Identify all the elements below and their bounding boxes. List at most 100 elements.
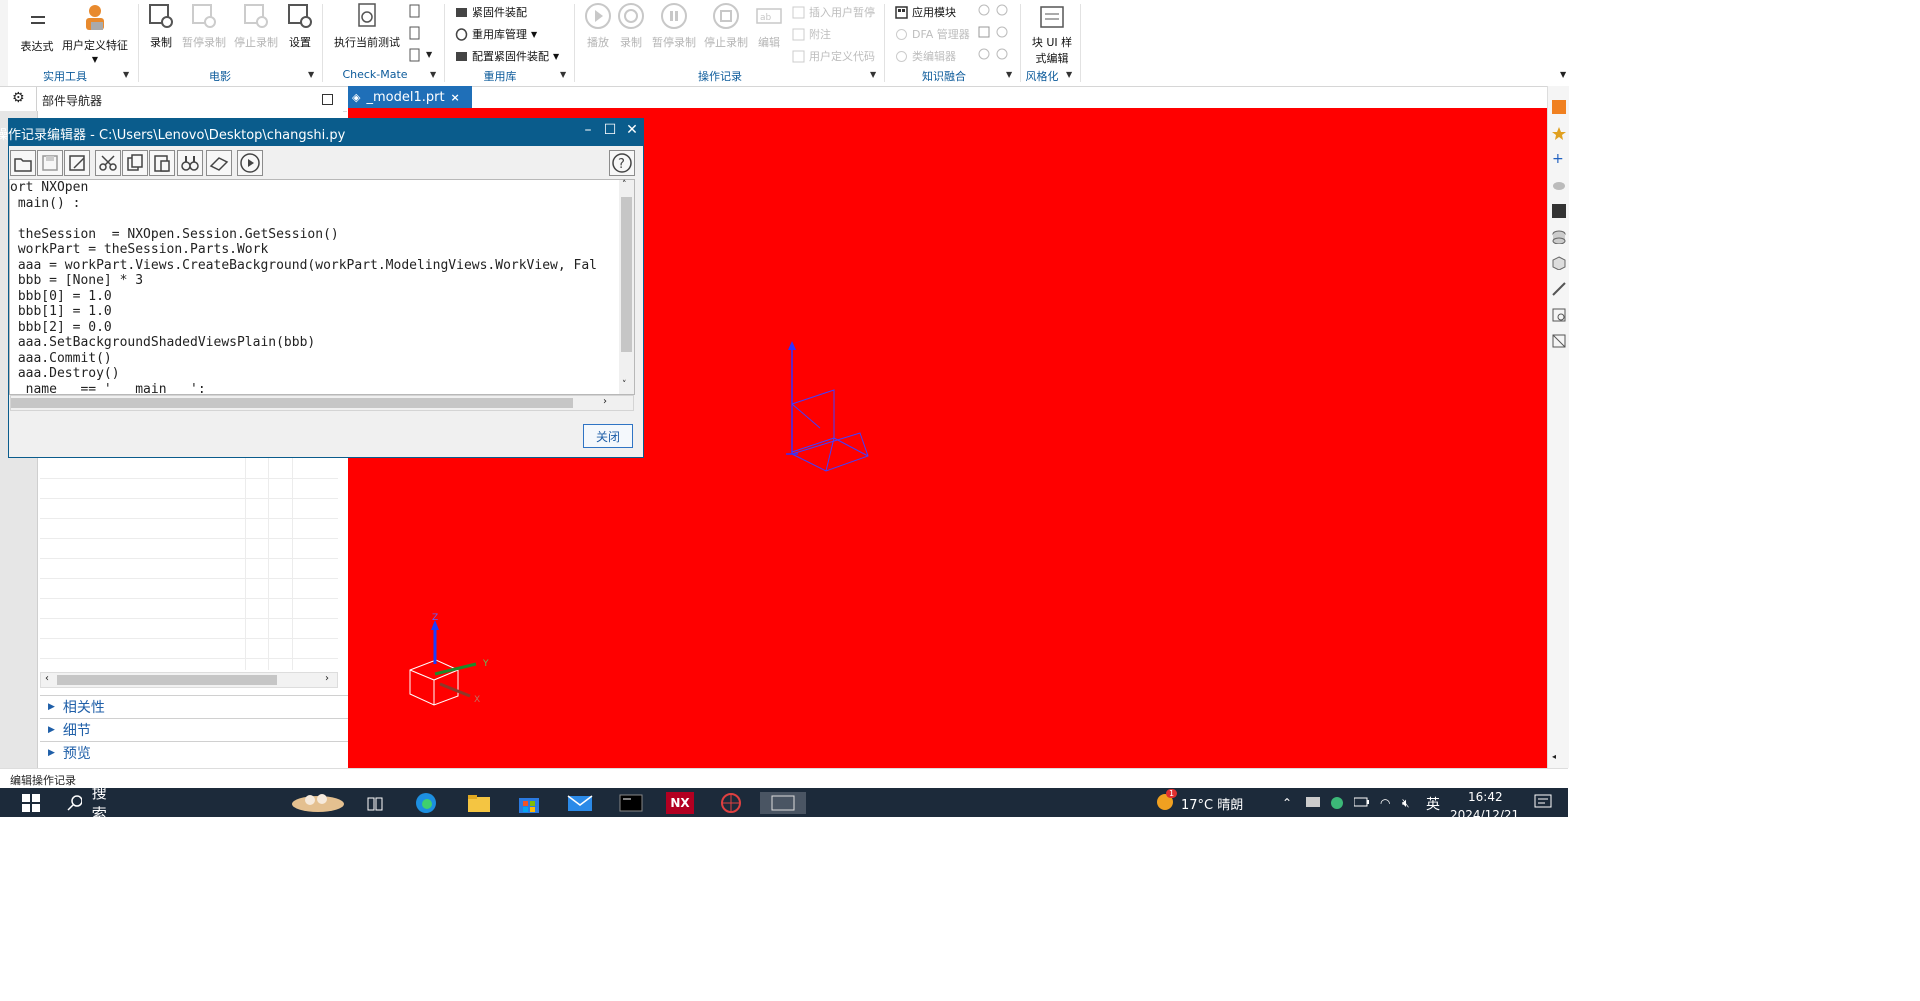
weather-widget[interactable]: 1 17°C 晴朗 <box>1155 789 1243 814</box>
code-line[interactable]: aaa.Commit() <box>10 351 597 367</box>
table-row[interactable] <box>40 498 338 519</box>
movie-stop-button[interactable]: 停止录制 <box>232 2 280 50</box>
class-editor-item[interactable]: 类编辑器 <box>895 48 956 64</box>
table-row[interactable] <box>40 598 338 619</box>
fastener-assembly-item[interactable]: 紧固件装配 <box>455 4 527 20</box>
dialog-titlebar[interactable]: 操作记录编辑器 - C:\Users\Lenovo\Desktop\changs… <box>0 119 643 146</box>
close-icon[interactable]: ✕ <box>623 122 641 138</box>
user-defined-feature-button[interactable]: 用户定义特征 ▼ <box>59 2 131 64</box>
scroll-thumb[interactable] <box>57 675 277 685</box>
movie-settings-button[interactable]: 设置 <box>285 2 315 50</box>
section-preview[interactable]: ▶ 预览 <box>40 741 348 764</box>
collapse-icon[interactable]: ◂ <box>1552 752 1566 766</box>
tray-app-icon-2[interactable] <box>1330 796 1344 813</box>
copy-button[interactable] <box>122 150 148 176</box>
journal-edit-button[interactable]: ab 编辑 <box>754 2 784 50</box>
network-app-button[interactable] <box>719 792 743 814</box>
user-defined-code-item[interactable]: 用户定义代码 <box>792 48 875 64</box>
table-row[interactable] <box>40 478 338 499</box>
code-line[interactable]: aaa.SetBackgroundShadedViewsPlain(bbb) <box>10 335 597 351</box>
table-row[interactable] <box>40 638 338 659</box>
nx-app-button[interactable]: NX <box>666 792 694 814</box>
kf-small-icon-3[interactable] <box>978 47 1010 64</box>
kf-small-icon-2[interactable] <box>978 25 1010 42</box>
editor-vscroll-thumb[interactable] <box>621 197 632 352</box>
table-row[interactable] <box>40 618 338 639</box>
notification-icon[interactable] <box>1534 794 1552 813</box>
movie-record-button[interactable]: 录制 <box>146 2 176 50</box>
cylinder-icon[interactable] <box>1552 230 1566 245</box>
insert-user-pause-item[interactable]: 插入用户暂停 <box>792 4 875 20</box>
code-line[interactable]: main() : <box>10 196 597 212</box>
orange-square-icon[interactable] <box>1552 100 1566 114</box>
terminal-button[interactable] <box>619 792 643 814</box>
group-expand-icon[interactable]: ▼ <box>560 70 566 79</box>
star-tool-icon[interactable] <box>1552 126 1566 140</box>
task-view-button[interactable] <box>366 792 384 814</box>
journal-stop-button[interactable]: 停止录制 <box>702 2 750 50</box>
taskbar-search[interactable]: 搜索 <box>66 784 346 823</box>
gear-icon[interactable]: ⚙ <box>12 90 25 106</box>
code-line[interactable] <box>10 211 597 227</box>
group-expand-icon[interactable]: ▼ <box>1066 70 1072 79</box>
journal-pause-button[interactable]: 暂停录制 <box>650 2 698 50</box>
scroll-down-icon[interactable]: ˅ <box>622 380 627 390</box>
shape-tool-icon[interactable] <box>1552 178 1566 192</box>
code-line[interactable]: bbb = [None] * 3 <box>10 273 597 289</box>
code-line[interactable]: workPart = theSession.Parts.Work <box>10 242 597 258</box>
scroll-right-icon[interactable]: › <box>603 396 607 407</box>
speaker-muted-icon[interactable]: 🔇︎ <box>1402 796 1410 811</box>
settings-view-icon[interactable] <box>1552 308 1566 322</box>
minimize-icon[interactable]: – <box>579 122 597 138</box>
application-module-item[interactable]: 应用模块 <box>895 4 956 20</box>
open-file-button[interactable] <box>10 150 36 176</box>
configure-fastener-assembly-item[interactable]: 配置紧固件装配 ▼ <box>455 48 559 64</box>
scroll-right-icon[interactable]: › <box>325 673 329 684</box>
battery-icon[interactable] <box>1353 796 1370 811</box>
group-expand-icon[interactable]: ▼ <box>430 70 436 79</box>
journal-play-button[interactable]: 播放 <box>583 2 613 50</box>
reuse-library-manager-item[interactable]: 重用库管理 ▼ <box>455 26 537 42</box>
close-button[interactable]: 关闭 <box>583 424 633 448</box>
mail-button[interactable] <box>567 792 593 814</box>
run-current-test-button[interactable]: 执行当前测试 <box>330 2 404 50</box>
table-row[interactable] <box>40 578 338 599</box>
save-file-button[interactable] <box>37 150 63 176</box>
cube-icon[interactable] <box>1552 256 1566 271</box>
code-line[interactable]: ort NXOpen <box>10 180 597 196</box>
group-expand-icon[interactable]: ▼ <box>1006 70 1012 79</box>
chevron-up-icon[interactable]: ⌃ <box>1282 796 1292 810</box>
display-icon[interactable] <box>1552 204 1566 218</box>
section-details[interactable]: ▶ 细节 <box>40 718 348 741</box>
navigator-hscrollbar[interactable]: ‹ › <box>40 672 338 688</box>
help-button[interactable]: ? <box>609 150 635 176</box>
maximize-icon[interactable] <box>322 94 333 105</box>
code-line[interactable]: theSession = NXOpen.Session.GetSession() <box>10 227 597 243</box>
file-explorer-button[interactable] <box>467 792 491 814</box>
ribbon-options-icon[interactable]: ▼ <box>1560 70 1566 79</box>
code-line[interactable]: aaa.Destroy() <box>10 366 597 382</box>
wifi-icon[interactable]: ◠ <box>1380 796 1390 810</box>
clock-date[interactable]: 2024/12/21 <box>1450 808 1519 822</box>
check-mate-small-icon-3[interactable] <box>408 48 422 65</box>
edge-button[interactable] <box>414 792 438 814</box>
dfa-manager-item[interactable]: DFA 管理器 <box>895 26 970 42</box>
section-dependencies[interactable]: ▶ 相关性 <box>40 695 348 718</box>
journal-record-button[interactable]: 录制 <box>616 2 646 50</box>
table-row[interactable] <box>40 558 338 579</box>
group-expand-icon[interactable]: ▼ <box>123 70 129 79</box>
find-button[interactable] <box>177 150 203 176</box>
cut-button[interactable] <box>95 150 121 176</box>
save-as-button[interactable] <box>64 150 90 176</box>
check-mate-small-icon-1[interactable] <box>408 4 422 21</box>
run-button[interactable] <box>237 150 263 176</box>
code-editor[interactable]: ort NXOpen main() : theSession = NXOpen.… <box>9 179 635 395</box>
check-mate-small-icon-2[interactable] <box>408 26 422 43</box>
clock-time[interactable]: 16:42 <box>1468 790 1503 804</box>
scroll-left-icon[interactable]: ‹ <box>45 673 49 684</box>
note-item[interactable]: 附注 <box>792 26 831 42</box>
code-line[interactable]: name == ' main ': <box>10 382 597 395</box>
maximize-icon[interactable]: ☐ <box>601 122 619 138</box>
expression-button[interactable]: 表达式 <box>18 6 56 54</box>
fit-view-icon[interactable] <box>1552 334 1566 348</box>
